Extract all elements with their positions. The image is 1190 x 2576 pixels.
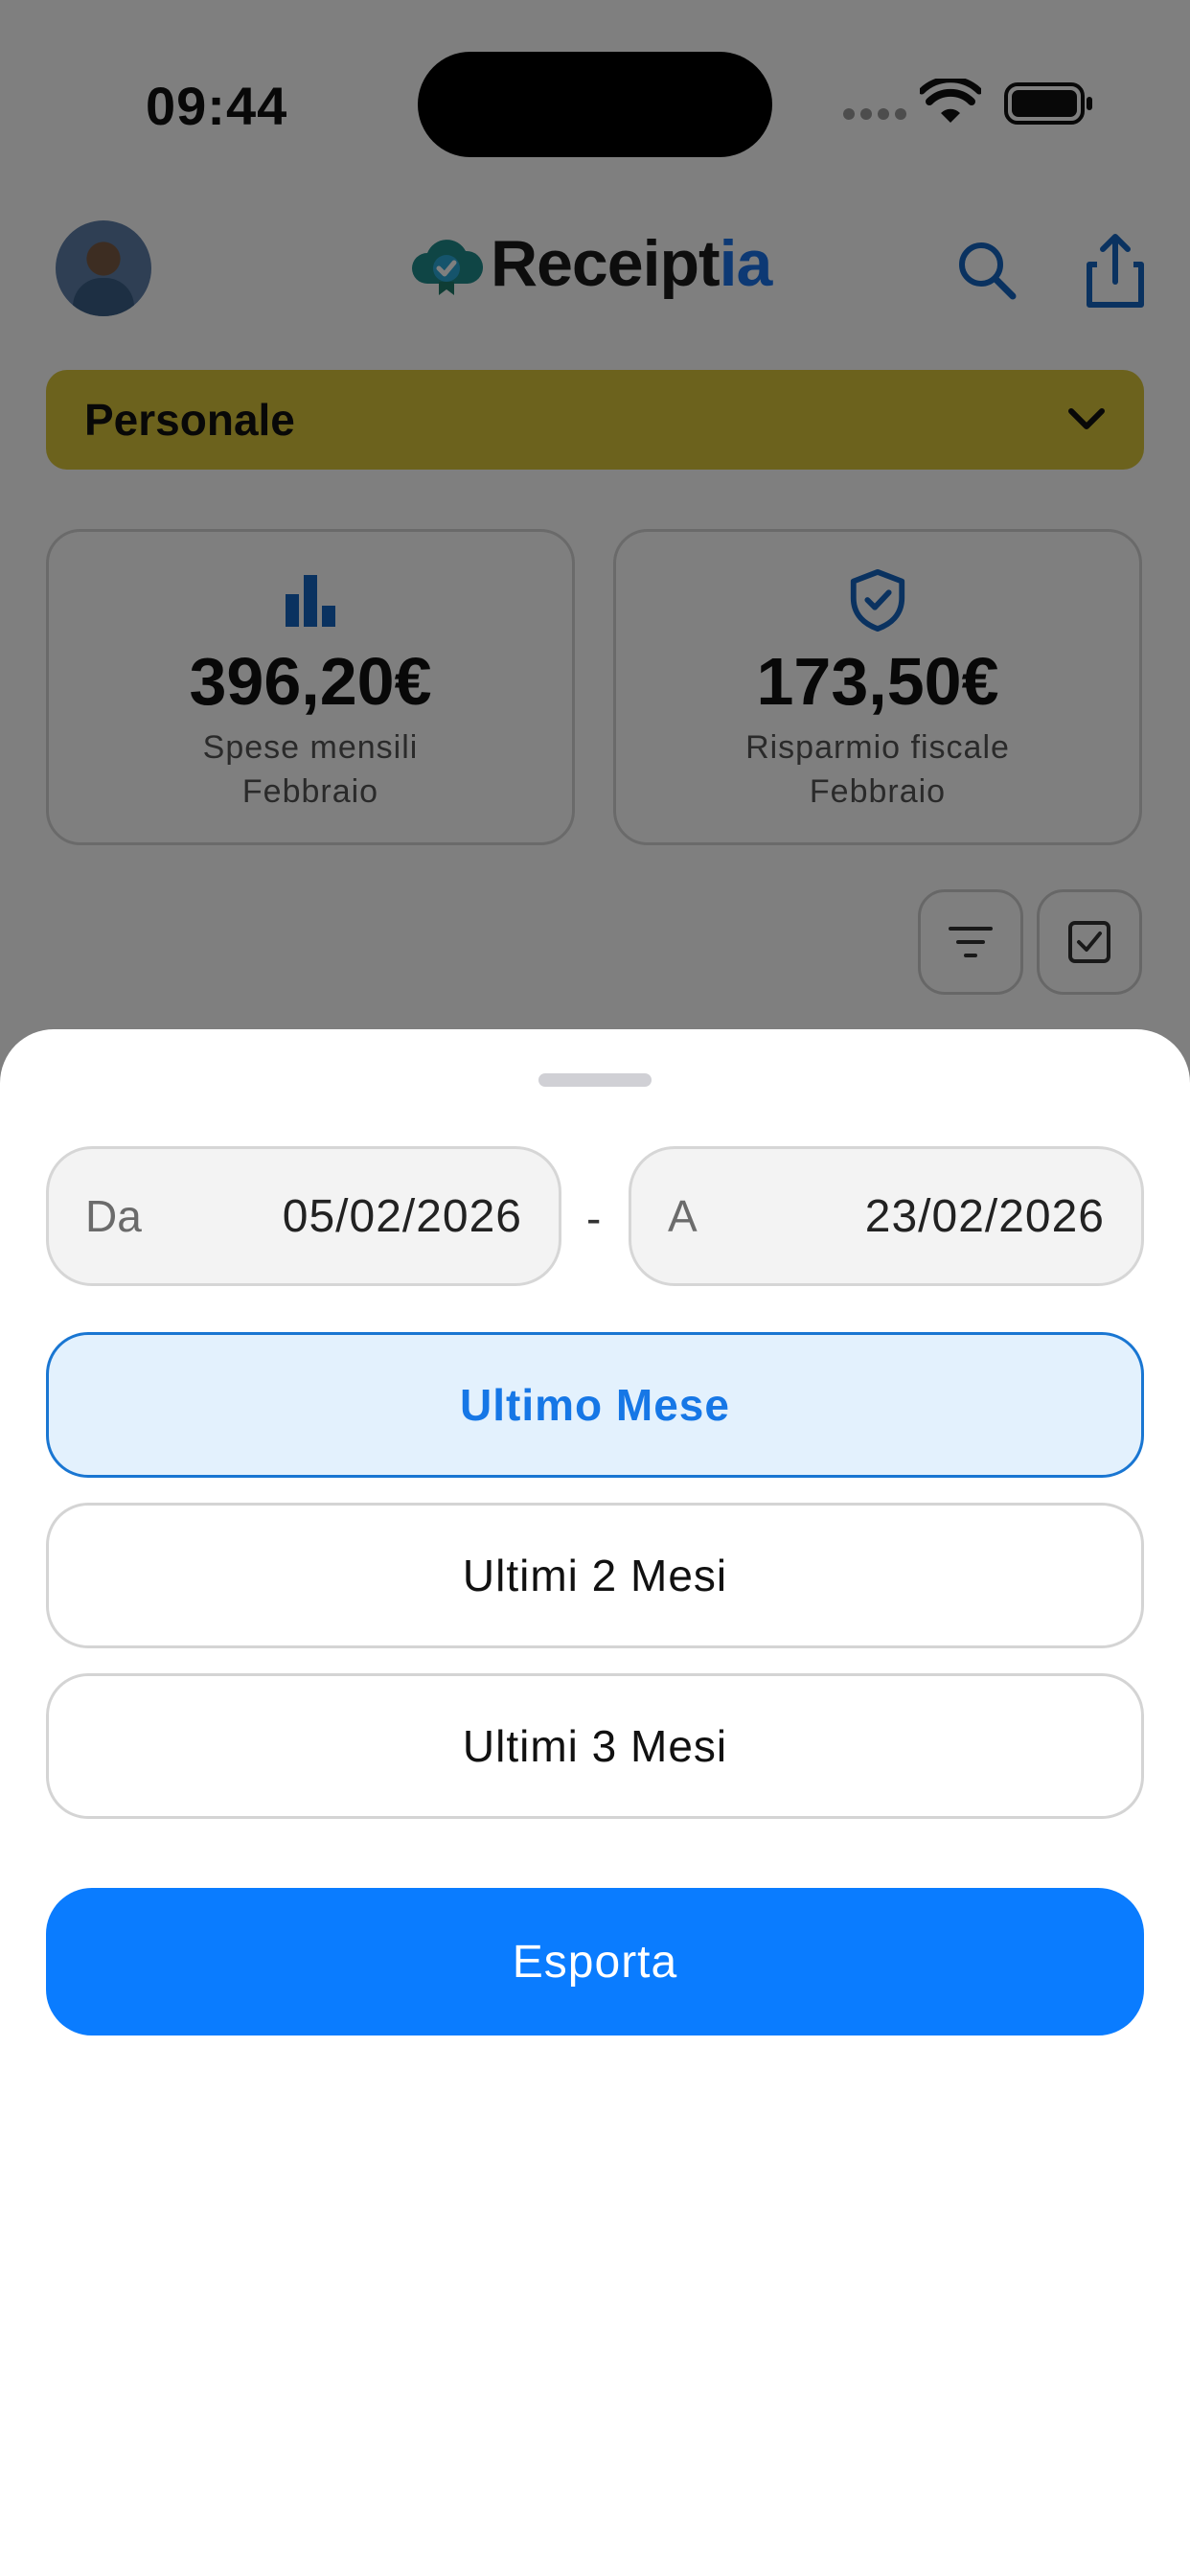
export-bottom-sheet: Da 05/02/2026 - A 23/02/2026 Ultimo Mese… [0, 1029, 1190, 2576]
option-last-2-months[interactable]: Ultimi 2 Mesi [46, 1503, 1144, 1648]
date-separator: - [586, 1193, 602, 1243]
date-to-label: A [668, 1191, 698, 1241]
date-from-label: Da [85, 1191, 142, 1241]
date-from-value: 05/02/2026 [282, 1190, 522, 1242]
option-last-3-months[interactable]: Ultimi 3 Mesi [46, 1673, 1144, 1819]
date-from-field[interactable]: Da 05/02/2026 [46, 1146, 561, 1286]
screen: 09:44 Rec [0, 0, 1190, 2576]
date-to-value: 23/02/2026 [864, 1190, 1105, 1242]
date-to-field[interactable]: A 23/02/2026 [629, 1146, 1144, 1286]
sheet-grabber[interactable] [538, 1073, 652, 1087]
option-last-month[interactable]: Ultimo Mese [46, 1332, 1144, 1478]
export-button[interactable]: Esporta [46, 1888, 1144, 2036]
